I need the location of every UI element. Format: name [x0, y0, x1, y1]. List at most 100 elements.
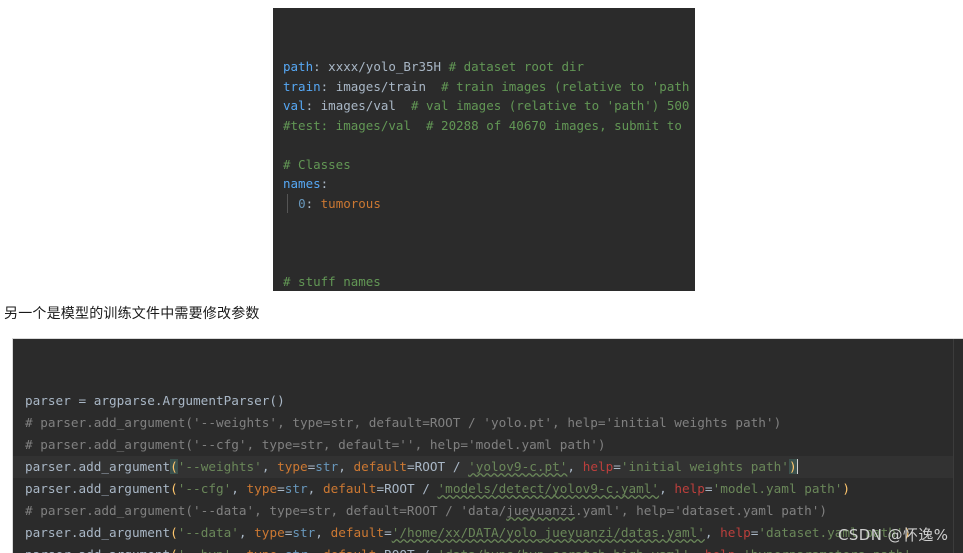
- code-token: str: [285, 547, 308, 553]
- code-token: ,: [704, 525, 721, 540]
- code-token: 'hyperparameters path': [743, 547, 911, 553]
- yaml-line-8[interactable]: 0: tumorous: [283, 193, 695, 214]
- code-token: '--hyp': [178, 547, 231, 553]
- python-line-5[interactable]: parser.add_argument('--cfg', type=str, d…: [25, 478, 963, 500]
- code-token: '--cfg': [177, 481, 232, 496]
- python-line-2[interactable]: # parser.add_argument('--weights', type=…: [25, 412, 963, 434]
- code-token: # parser.add_argument('--weights', type=…: [25, 415, 782, 430]
- code-token: #test: images/val # 20288 of 40670 image…: [283, 117, 690, 133]
- code-token: =: [704, 481, 713, 496]
- python-line-3[interactable]: # parser.add_argument('--cfg', type=str,…: [25, 434, 963, 456]
- code-token: 'models/detect/yolov9-c.yaml': [437, 481, 660, 496]
- code-token: ,: [659, 481, 675, 496]
- python-code-area[interactable]: parser = argparse.ArgumentParser() # pars…: [13, 383, 963, 553]
- code-token: default: [322, 481, 377, 496]
- yaml-line-9[interactable]: [283, 213, 695, 233]
- code-token: parser.add_argument: [25, 459, 171, 474]
- code-token: =: [735, 547, 743, 553]
- python-line-4[interactable]: parser.add_argument('--weights', type = st…: [13, 456, 963, 478]
- code-token: # val images (relative to 'path') 500: [410, 98, 690, 113]
- yaml-line-5[interactable]: [283, 135, 695, 155]
- code-token: ,: [307, 481, 323, 496]
- code-token: =: [277, 547, 285, 553]
- code-token: # stuff names: [283, 273, 381, 289]
- code-token: :: [313, 59, 329, 74]
- text-caret: [796, 459, 798, 474]
- code-token: :: [305, 195, 321, 211]
- code-token: 'data/hyps/hyp.scratch-high.yaml': [438, 547, 690, 553]
- code-token: =: [277, 481, 285, 496]
- code-token: # Classes: [283, 156, 351, 172]
- editor-scrollbar-gutter[interactable]: [953, 339, 963, 553]
- code-token: ): [788, 459, 797, 474]
- yaml-line-11[interactable]: [283, 252, 695, 272]
- code-token: (: [170, 459, 178, 474]
- code-token: parser.add_argument: [25, 481, 171, 496]
- yaml-line-4[interactable]: #test: images/val # 20288 of 40670 image…: [283, 116, 695, 136]
- code-token: type: [246, 481, 278, 496]
- code-token: parser.add_argument: [25, 547, 170, 553]
- code-token: type: [254, 525, 285, 540]
- python-line-6[interactable]: # parser.add_argument('--data', type=str…: [25, 500, 963, 522]
- dataset-yaml-code-block[interactable]: path: xxxx/yolo_Br35H # dataset root dir…: [273, 8, 695, 291]
- code-token: =ROOT /: [376, 547, 437, 553]
- yaml-line-6[interactable]: # Classes: [283, 155, 695, 175]
- code-token: help: [720, 525, 751, 540]
- code-token: # train images (relative to 'path: [441, 78, 690, 94]
- code-token: (: [170, 525, 178, 540]
- code-token: images/train: [335, 78, 442, 94]
- code-token: help: [674, 481, 705, 496]
- code-token: ,: [315, 525, 331, 540]
- code-token: :: [320, 78, 336, 94]
- code-token: 0: [298, 195, 306, 211]
- code-token: jueyuanzi: [506, 503, 575, 518]
- yaml-line-3[interactable]: val: images/val # val images (relative t…: [283, 96, 695, 116]
- code-token: ,: [261, 459, 278, 474]
- code-token: help: [582, 459, 614, 474]
- code-token: # parser.add_argument('--cfg', type=str,…: [25, 437, 606, 452]
- code-token: path: [283, 59, 314, 74]
- code-token: ,: [238, 525, 255, 540]
- yaml-line-7[interactable]: names:: [283, 174, 695, 194]
- code-token: =: [613, 459, 621, 474]
- code-token: xxxx/yolo_Br35H: [328, 59, 449, 74]
- code-token: ,: [231, 547, 246, 553]
- code-token: 'initial weights path': [620, 459, 789, 474]
- yaml-line-12[interactable]: # stuff names: [283, 272, 695, 292]
- code-token: (: [170, 481, 178, 496]
- code-token: images/val: [320, 98, 411, 113]
- code-token: :: [305, 98, 321, 113]
- code-token: type: [247, 547, 278, 553]
- code-token: str: [315, 459, 339, 474]
- code-token: 'model.yaml path': [712, 481, 843, 496]
- code-token: ,: [567, 459, 583, 474]
- code-token: type: [277, 459, 308, 474]
- caption-text: 另一个是模型的训练文件中需要修改参数: [4, 306, 260, 322]
- code-token: val: [283, 98, 306, 113]
- yaml-line-1[interactable]: path: xxxx/yolo_Br35H # dataset root dir: [283, 57, 695, 77]
- code-token: tumorous: [320, 195, 381, 211]
- code-token: =ROOT /: [376, 481, 438, 496]
- python-line-8[interactable]: parser.add_argument('--hyp', type=str, d…: [25, 544, 963, 553]
- code-token: :: [320, 176, 329, 191]
- code-token: ,: [690, 547, 705, 553]
- python-code-block[interactable]: parser = argparse.ArgumentParser() # pars…: [13, 339, 963, 553]
- python-line-7[interactable]: parser.add_argument('--data', type=str, …: [25, 522, 963, 544]
- code-token: .yaml', help='dataset.yaml path'): [574, 503, 828, 518]
- yaml-line-10[interactable]: [283, 233, 695, 253]
- code-token: ,: [231, 481, 247, 496]
- code-token: =ROOT /: [406, 459, 469, 474]
- python-line-1[interactable]: parser = argparse.ArgumentParser(): [25, 390, 963, 412]
- csdn-watermark: CSDN @怀逸%: [838, 526, 949, 544]
- code-token: '--data': [177, 525, 239, 540]
- code-token: # dataset root dir: [448, 59, 585, 74]
- code-token: ,: [308, 547, 323, 553]
- code-token: help: [705, 547, 736, 553]
- code-token: names: [283, 176, 321, 191]
- code-token: str: [292, 525, 316, 540]
- code-token: =: [384, 525, 392, 540]
- yaml-code-area[interactable]: path: xxxx/yolo_Br35H # dataset root dir…: [273, 47, 695, 291]
- code-token: ,: [338, 459, 354, 474]
- yaml-line-2[interactable]: train: images/train # train images (rela…: [283, 77, 695, 97]
- code-token: str: [284, 481, 308, 496]
